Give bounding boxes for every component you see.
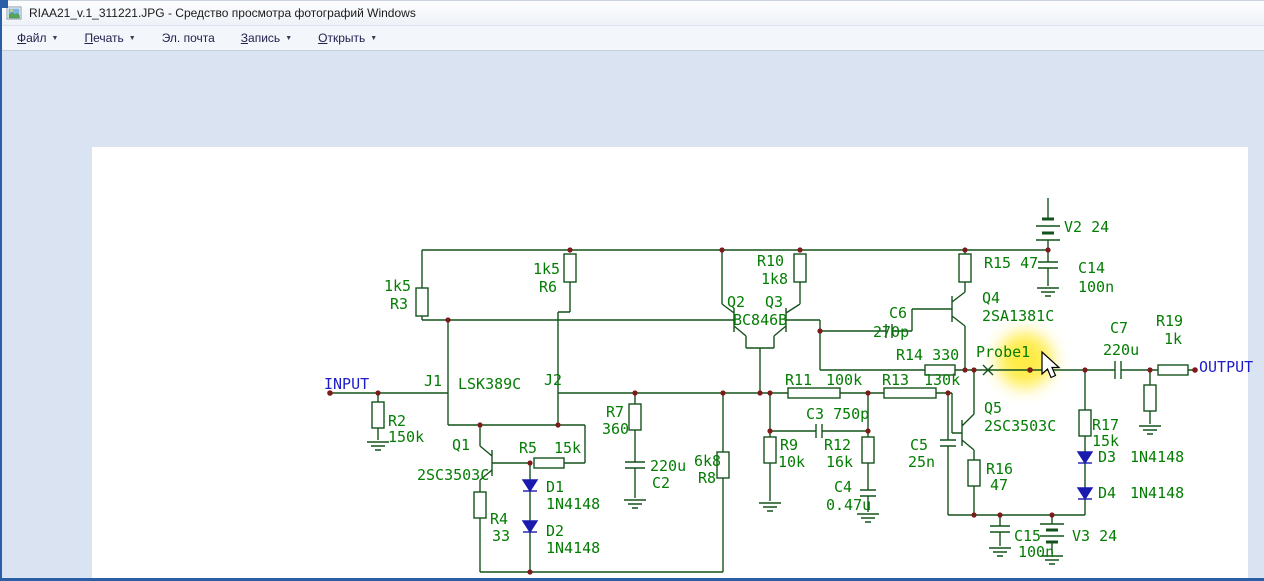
menu-item-file[interactable]: Файл ▼: [8, 28, 67, 48]
dropdown-arrow-icon: ▼: [370, 34, 378, 42]
menu-item-burn[interactable]: Запись ▼: [232, 28, 301, 48]
menu-item-label: Запись: [240, 31, 281, 45]
menu-item-label: Эл. почта: [161, 31, 215, 45]
menu-item-label: Открыть: [318, 31, 366, 45]
window-title: RIAA21_v.1_311221.JPG - Средство просмот…: [29, 6, 416, 20]
window-border-left: [0, 0, 2, 581]
menu-item-email[interactable]: Эл. почта: [153, 28, 224, 48]
photo-viewer-icon: [6, 6, 22, 20]
dropdown-arrow-icon: ▼: [51, 34, 59, 42]
photo-canvas: [92, 147, 1248, 581]
title-bar[interactable]: RIAA21_v.1_311221.JPG - Средство просмот…: [0, 0, 1264, 26]
menu-item-label: Файл: [17, 31, 47, 45]
menu-bar: Файл ▼ Печать ▼ Эл. почта Запись ▼ Открыть ▼: [0, 26, 1264, 51]
menu-item-print[interactable]: Печать ▼: [75, 28, 144, 48]
dropdown-arrow-icon: ▼: [128, 34, 136, 42]
menu-item-open[interactable]: Открыть ▼: [309, 28, 386, 48]
dropdown-arrow-icon: ▼: [285, 34, 293, 42]
viewer-client-area: [0, 51, 1264, 581]
window-corner-accent: [0, 0, 8, 8]
menu-item-label: Печать: [84, 31, 124, 45]
